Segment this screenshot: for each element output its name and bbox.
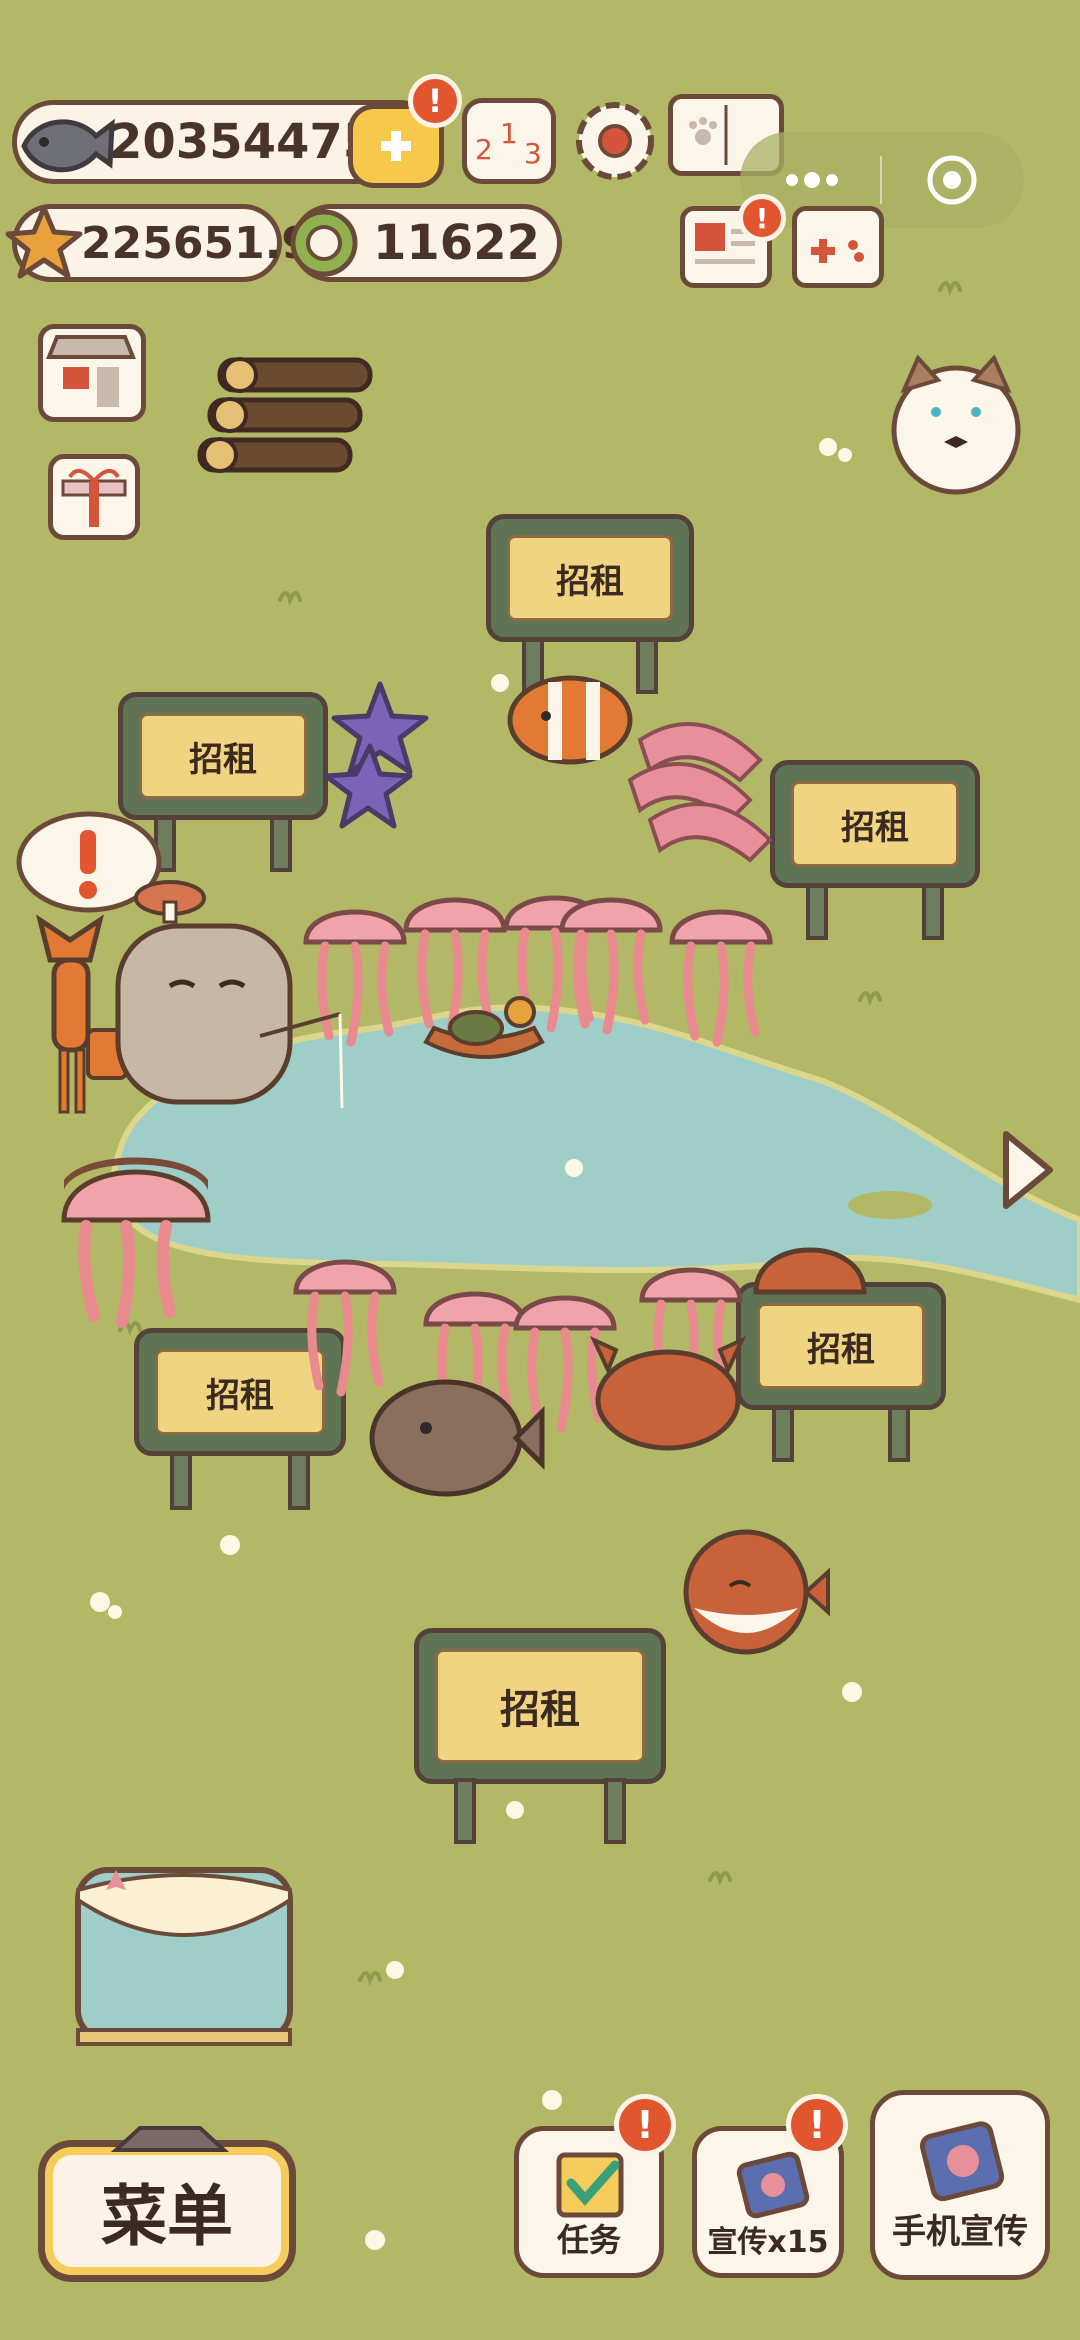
shop-icon	[46, 335, 136, 407]
sign-label: 招租	[206, 1375, 274, 1416]
rent-sign-6[interactable]: 招租	[414, 1628, 666, 1846]
sign-label: 招租	[807, 1329, 875, 1370]
postcard-alert-badge: !	[738, 194, 786, 242]
target-circle-icon	[927, 155, 977, 205]
checklist-icon	[556, 2152, 624, 2218]
sign-board: 招租	[118, 692, 328, 820]
sign-label: 招租	[189, 739, 257, 780]
shop-button[interactable]	[38, 324, 146, 422]
add-fish-alert-badge: !	[408, 74, 462, 128]
gift-button[interactable]	[48, 454, 140, 540]
rent-sign-4[interactable]: 招租	[736, 1282, 946, 1462]
sign-leg	[454, 1778, 476, 1844]
svg-text:2: 2	[475, 133, 493, 166]
star-count: 225651.9	[81, 217, 313, 269]
sign-leg	[288, 1452, 310, 1510]
sign-board: 招租	[486, 514, 694, 642]
sign-leg	[772, 1406, 794, 1462]
coin-count: 11622	[373, 215, 540, 271]
sign-label: 招租	[500, 1687, 580, 1733]
clam-coin-icon	[290, 209, 358, 277]
flounder	[369, 1379, 545, 1497]
tv-icon	[736, 2151, 810, 2219]
purple-starfish-group	[323, 681, 429, 829]
close-miniprogram-button[interactable]	[882, 132, 1024, 228]
duck-boat	[423, 996, 545, 1059]
task-alert-badge: !	[614, 2094, 676, 2156]
sign-leg	[922, 884, 944, 940]
starfish-icon	[5, 205, 83, 279]
fishing-cat	[115, 880, 344, 1109]
sign-leg	[170, 1452, 192, 1510]
phone-promo-button[interactable]: 手机宣传	[870, 2090, 1050, 2280]
clipboard-clip-icon	[110, 2126, 230, 2152]
pufferfish	[683, 1529, 830, 1655]
next-area-button[interactable]	[994, 1124, 1060, 1216]
gear-icon	[576, 102, 654, 180]
sign-leg	[806, 884, 828, 940]
phone-promo-label: 手机宣传	[892, 2212, 1028, 2252]
podium-icon: 2 1 3	[475, 117, 542, 170]
phone-tv-icon	[919, 2121, 1005, 2202]
sign-label: 招租	[556, 561, 624, 602]
menu-label: 菜单	[101, 2178, 233, 2255]
gift-icon	[61, 469, 127, 527]
gamepad-button[interactable]	[792, 206, 884, 288]
aquarium-tank[interactable]	[66, 1860, 302, 2060]
jellyfish	[559, 897, 663, 1035]
ranking-button[interactable]: 2 1 3	[462, 98, 556, 184]
urchin	[753, 1247, 867, 1295]
svg-text:3: 3	[524, 137, 542, 170]
sign-label: 招租	[841, 807, 909, 848]
sign-leg	[604, 1778, 626, 1844]
task-label: 任务	[556, 2221, 621, 2259]
sign-leg	[270, 816, 292, 872]
fish-icon	[21, 118, 115, 173]
sign-leg	[888, 1406, 910, 1462]
cat-manager-icon[interactable]	[886, 350, 1026, 500]
jellyfish	[669, 909, 773, 1047]
settings-button[interactable]	[570, 96, 660, 186]
menu-button[interactable]: 菜单	[38, 2140, 296, 2282]
log-pile	[197, 357, 373, 473]
sign-board: 招租	[770, 760, 980, 888]
shrimp-pile	[627, 722, 773, 863]
arrow-right-icon	[1003, 1131, 1053, 1209]
svg-text:1: 1	[500, 117, 518, 150]
rent-sign-3[interactable]: 招租	[770, 760, 980, 940]
sign-board: 招租	[736, 1282, 946, 1410]
brown-jellyfish	[61, 1157, 211, 1328]
promo-alert-badge: !	[786, 2094, 848, 2156]
sign-board: 招租	[414, 1628, 666, 1784]
gamepad-icon	[811, 239, 864, 263]
promo-label: 宣传x15	[707, 2225, 829, 2260]
crab-group	[589, 1335, 747, 1451]
